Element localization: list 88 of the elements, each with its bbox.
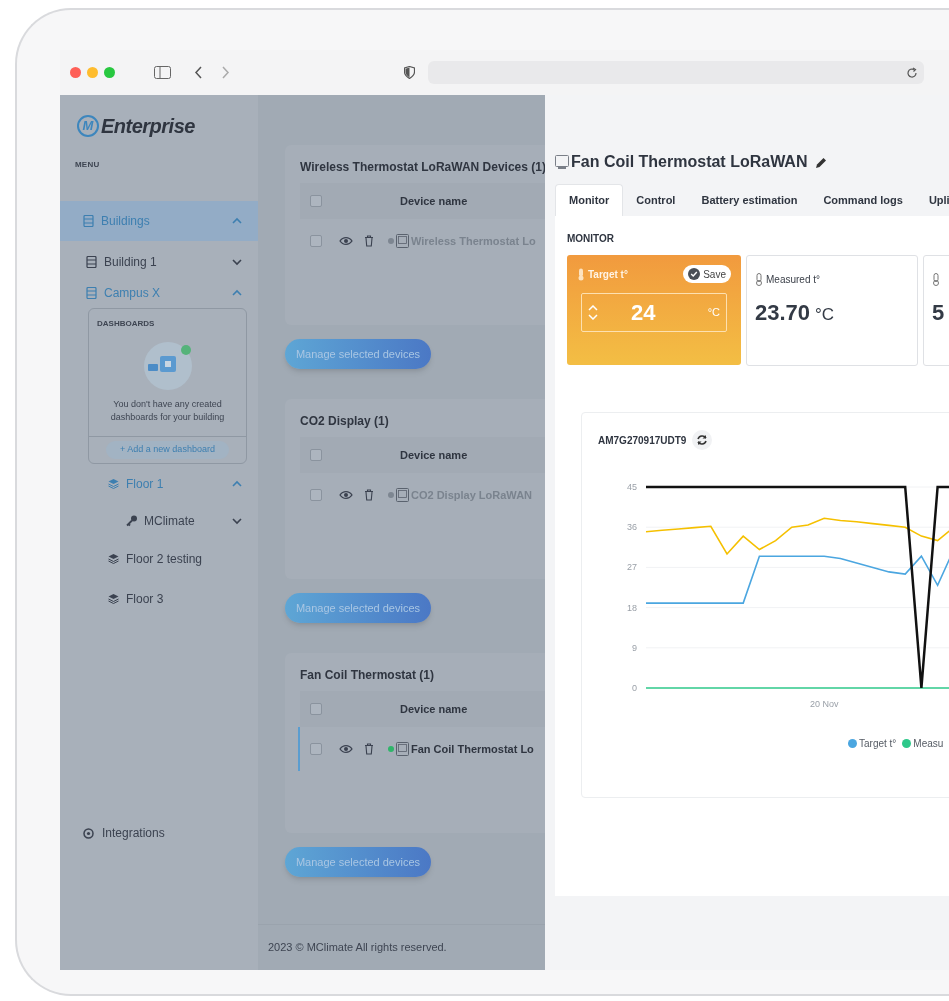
unit-label: °C	[815, 304, 835, 326]
checkbox[interactable]	[310, 195, 322, 207]
layers-icon	[108, 552, 119, 565]
thermometer-icon	[577, 267, 585, 281]
building-icon	[86, 255, 97, 268]
chevron-up-icon	[232, 217, 242, 225]
panel-heading: DASHBOARDS	[96, 318, 156, 330]
close-window-icon[interactable]	[70, 67, 81, 78]
drawer-title: Fan Coil Thermostat LoRaWAN	[571, 152, 808, 172]
chevron-down-icon	[232, 517, 242, 525]
trash-icon	[364, 235, 374, 247]
logo-mark: M	[77, 115, 99, 137]
unit-label: °C	[707, 305, 720, 321]
building-icon	[83, 215, 94, 227]
tab[interactable]: Monitor	[555, 184, 624, 216]
y-axis-label: 45	[627, 482, 637, 492]
y-axis-label: 18	[627, 602, 637, 613]
thermometer-icon	[932, 272, 940, 286]
section-title: CO2 Display (1)	[300, 413, 390, 430]
x-axis-label: 20 Nov	[809, 699, 839, 709]
legend-label: Measu	[913, 737, 944, 751]
y-axis-label: 9	[632, 642, 637, 653]
device-id: AM7G270917UDT9	[598, 433, 687, 448]
section-title: Wireless Thermostat LoRaWAN Devices (1)	[300, 159, 545, 176]
layers-icon	[108, 477, 119, 490]
reading-value: 5	[932, 299, 945, 327]
device-icon	[396, 742, 409, 756]
integrations-link[interactable]: Integrations	[102, 824, 165, 842]
logo-text: Enterprise	[101, 114, 195, 139]
column-header: Device name	[400, 701, 468, 717]
section-title: Fan Coil Thermostat (1)	[300, 667, 435, 684]
y-axis-label: 27	[627, 562, 637, 573]
reading-value: 23.70	[755, 299, 811, 327]
pencil-icon	[815, 155, 828, 169]
chevron-down-icon	[232, 257, 242, 266]
checkbox[interactable]	[310, 743, 322, 755]
shield-icon	[404, 66, 415, 79]
save-button[interactable]: Save	[683, 265, 731, 283]
sidebar-item[interactable]: Floor 3	[60, 578, 258, 619]
eye-icon	[339, 236, 353, 246]
tab[interactable]: Command logs	[810, 184, 916, 216]
trash-icon	[364, 743, 374, 755]
building-icon	[86, 286, 97, 299]
sidebar-toggle-icon[interactable]	[154, 66, 171, 79]
menu-heading: MENU	[74, 159, 101, 171]
sidebar-item[interactable]: MClimate	[60, 503, 258, 539]
column-header: Device name	[400, 447, 468, 463]
tab[interactable]: Control	[623, 184, 689, 216]
section-heading: MONITOR	[567, 232, 616, 246]
maximize-window-icon[interactable]	[104, 67, 115, 78]
eye-icon	[339, 490, 353, 500]
forward-icon[interactable]	[221, 66, 230, 79]
layers-icon	[108, 592, 119, 605]
tab[interactable]: Battery estimation	[688, 184, 811, 216]
minimize-window-icon[interactable]	[87, 67, 98, 78]
card-label: Measured t°	[766, 272, 821, 287]
refresh-icon	[696, 434, 709, 446]
column-header: Device name	[400, 193, 468, 209]
legend-label: Target t°	[859, 737, 897, 751]
key-icon	[126, 515, 137, 527]
checkbox[interactable]	[310, 235, 322, 247]
trash-icon	[364, 489, 374, 501]
checkbox[interactable]	[310, 449, 322, 461]
copyright-text: 2023 © MClimate All rights reserved.	[268, 940, 447, 956]
device-icon	[555, 155, 569, 169]
y-axis-label: 36	[627, 522, 637, 533]
device-name: Fan Coil Thermostat Lo	[411, 741, 534, 757]
gear-icon	[83, 827, 94, 839]
sidebar-item[interactable]: Building 1	[60, 246, 258, 277]
chevron-up-icon	[232, 288, 242, 297]
tab[interactable]: Upli	[915, 184, 949, 216]
checkbox[interactable]	[310, 703, 322, 715]
sidebar-item[interactable]: Floor 2 testing	[60, 538, 258, 579]
back-icon[interactable]	[194, 66, 203, 79]
checkbox[interactable]	[310, 489, 322, 501]
device-icon	[396, 488, 409, 502]
eye-icon	[339, 744, 353, 754]
stepper-arrows-icon	[588, 305, 598, 320]
refresh-button[interactable]	[692, 430, 713, 450]
setpoint-value: 24	[631, 299, 656, 327]
thermometer-icon	[755, 272, 763, 286]
reload-icon[interactable]	[906, 66, 918, 79]
checkmark-icon	[688, 268, 701, 280]
card-label: Target t°	[588, 267, 628, 282]
device-icon	[396, 234, 409, 248]
chevron-up-icon	[232, 479, 242, 488]
y-axis-label: 0	[632, 683, 637, 693]
empty-state-text: You don't have any created dashboards for your building	[109, 398, 226, 424]
